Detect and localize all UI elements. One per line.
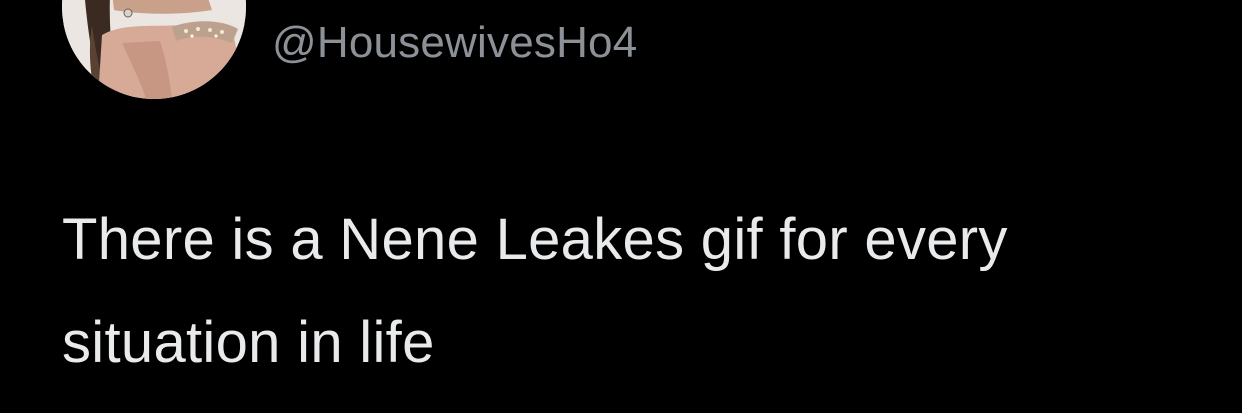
tweet-text: There is a Nene Leakes gif for every sit… xyxy=(62,207,1008,375)
user-handle[interactable]: @HousewivesHo4 xyxy=(272,17,637,69)
tweet-card: @HousewivesHo4 There is a Nene Leakes gi… xyxy=(0,0,1242,413)
avatar[interactable] xyxy=(62,0,246,99)
profile-photo-icon xyxy=(62,0,246,99)
